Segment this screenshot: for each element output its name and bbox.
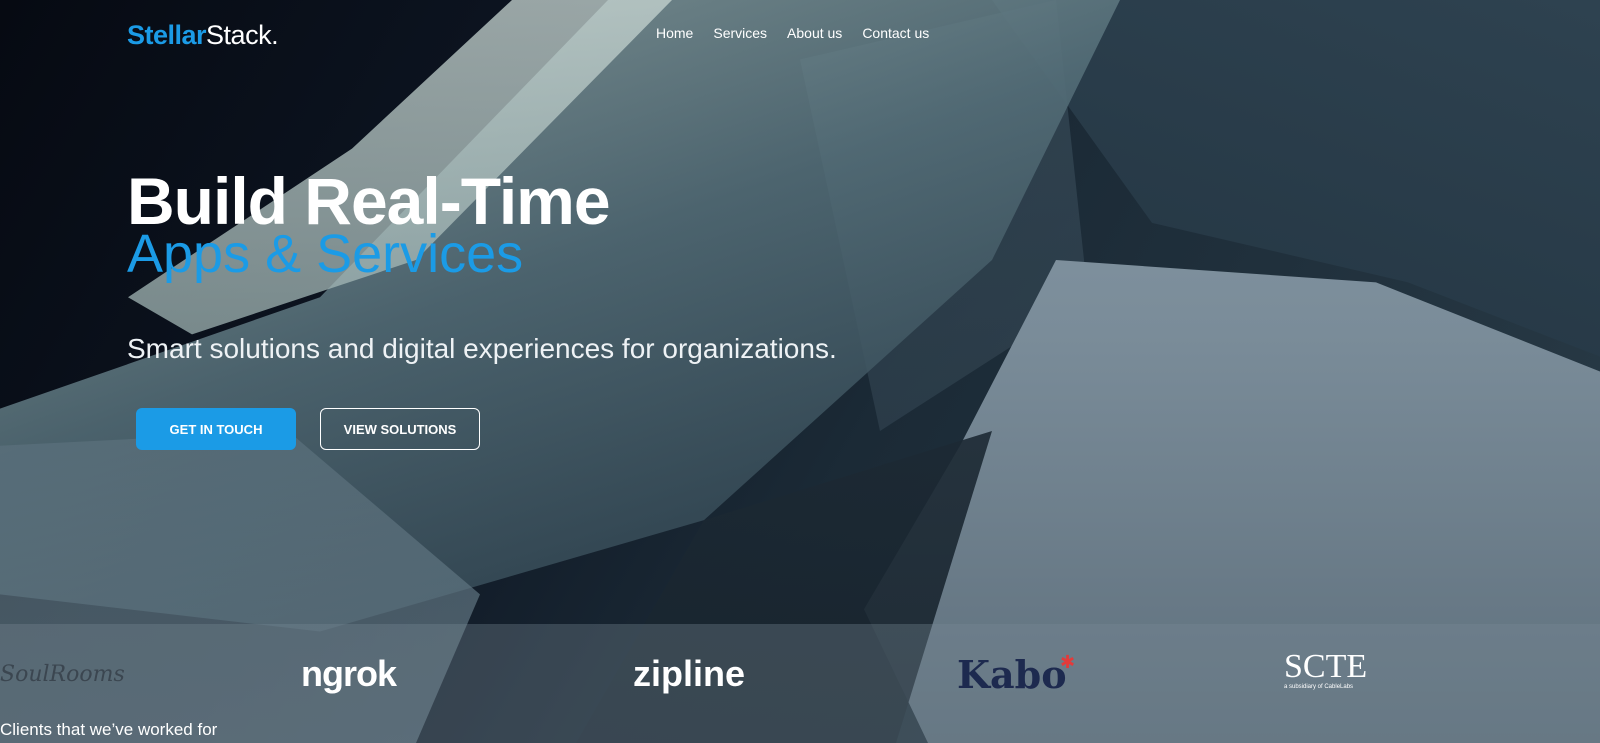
hero-headline: Build Real-Time Apps & Services [127, 168, 611, 281]
get-in-touch-button[interactable]: GET IN TOUCH [136, 408, 296, 450]
hero-subtitle: Smart solutions and digital experiences … [127, 333, 837, 364]
client-logo-zipline: zipline [633, 653, 746, 694]
scte-logo-subtext: a subsidiary of CableLabs [1284, 684, 1354, 690]
clients-caption: Clients that we’ve worked for [0, 720, 218, 739]
nav-item-about[interactable]: About us [787, 25, 842, 41]
client-logo-scte: SCTE a subsidiary of CableLabs [1284, 650, 1367, 698]
client-logo-soulrooms: SoulRooms [0, 661, 125, 687]
client-logo-kabo: Kabo [957, 651, 1067, 697]
brand-name-part1: Stellar [127, 20, 207, 50]
clients-strip: SoulRooms ngrok zipline Kabo ✱ SCTE a su… [0, 624, 1600, 743]
scte-logo-text: SCTE [1284, 648, 1368, 685]
nav-item-services[interactable]: Services [713, 25, 767, 41]
hero-section: StellarStack. Home Services About us Con… [0, 0, 1600, 743]
nav-menu: Home Services About us Contact us [656, 25, 929, 41]
client-logo-ngrok: ngrok [301, 653, 397, 694]
nav-item-home[interactable]: Home [656, 25, 693, 41]
nav-item-contact[interactable]: Contact us [862, 25, 929, 41]
view-solutions-button[interactable]: VIEW SOLUTIONS [320, 408, 480, 450]
brand-name-part2: Stack. [206, 20, 279, 50]
maple-leaf-icon: ✱ [1060, 652, 1076, 672]
brand-logo[interactable]: StellarStack. [127, 20, 279, 51]
top-navigation: StellarStack. Home Services About us Con… [0, 0, 1600, 74]
